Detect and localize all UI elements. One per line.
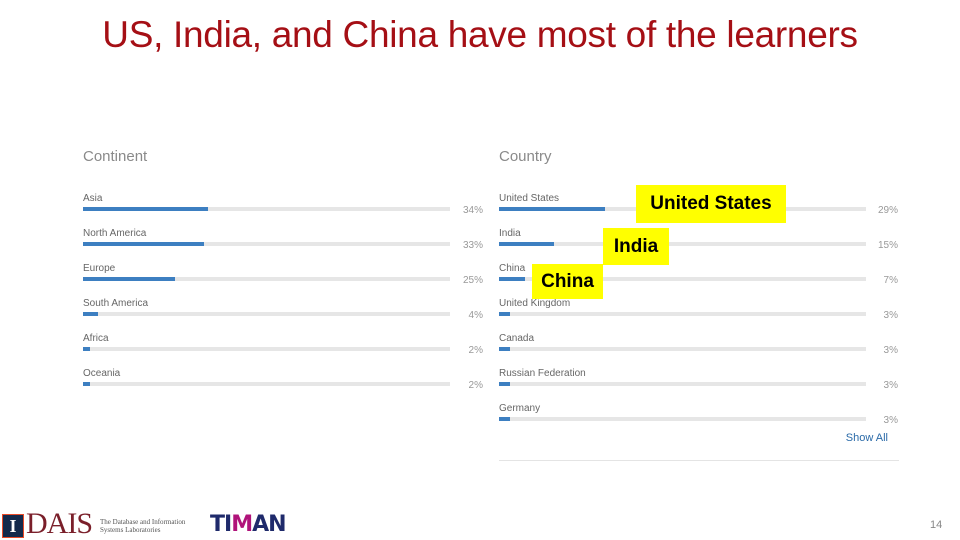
country-row-percent: 3% [883, 415, 898, 426]
callout-united-states: United States [636, 185, 786, 223]
timan-logo: TIMAN [210, 512, 287, 537]
country-row-percent: 3% [883, 310, 898, 321]
country-row-label: Russian Federation [499, 368, 586, 379]
country-bar-fill [499, 277, 525, 281]
continent-row: Europe 25% [83, 263, 483, 298]
continent-bar-fill [83, 347, 90, 351]
country-row-label: India [499, 228, 521, 239]
continent-bar-fill [83, 207, 208, 211]
continent-row-percent: 34% [462, 205, 483, 216]
continent-row-percent: 33% [462, 240, 483, 251]
country-bar-track [499, 382, 866, 386]
continent-row: North America 33% [83, 228, 483, 263]
callout-india: India [603, 228, 669, 265]
country-bar-track [499, 242, 866, 246]
timan-logo-pre: TI [210, 512, 232, 537]
timan-logo-post: AN [252, 512, 286, 537]
continent-bar-track [83, 347, 450, 351]
continent-bar-fill [83, 312, 98, 316]
continent-row-percent: 25% [462, 275, 483, 286]
continent-row-label: Africa [83, 333, 109, 344]
country-panel-title: Country [499, 148, 552, 165]
country-row-percent: 7% [883, 275, 898, 286]
panel-divider [499, 460, 899, 461]
continent-row-label: Oceania [83, 368, 121, 379]
country-bar-track [499, 347, 866, 351]
callout-china: China [532, 264, 603, 299]
continent-row-label: Europe [83, 263, 116, 274]
continent-row: Oceania 2% [83, 368, 483, 403]
country-row: Russian Federation 3% [499, 368, 898, 403]
country-row-label: Germany [499, 403, 541, 414]
country-row: United Kingdom 3% [499, 298, 898, 333]
continent-row-percent: 2% [468, 380, 483, 391]
timan-logo-m: M [231, 512, 253, 537]
illinois-logo: I [2, 514, 24, 538]
continent-row-label: North America [83, 228, 147, 239]
country-row-label: Canada [499, 333, 535, 344]
country-row: Canada 3% [499, 333, 898, 368]
country-bar-track [499, 417, 866, 421]
country-row-label: China [499, 263, 526, 274]
continent-bar-track [83, 382, 450, 386]
continent-bar-track [83, 312, 450, 316]
country-bar-track [499, 312, 866, 316]
country-row: India 15% [499, 228, 898, 263]
continent-bar-track [83, 207, 450, 211]
country-bar-fill [499, 312, 510, 316]
continent-row-percent: 4% [468, 310, 483, 321]
continent-bar-fill [83, 277, 175, 281]
country-row-percent: 15% [877, 240, 898, 251]
continent-row: Africa 2% [83, 333, 483, 368]
country-bar-fill [499, 207, 605, 211]
continent-bar-fill [83, 382, 90, 386]
continent-row: Asia 34% [83, 193, 483, 228]
continent-bar-fill [83, 242, 204, 246]
country-row-label: United Kingdom [499, 298, 571, 309]
country-row-label: United States [499, 193, 560, 204]
continent-row: South America 4% [83, 298, 483, 333]
country-bar-fill [499, 242, 554, 246]
country-row-percent: 3% [883, 345, 898, 356]
country-row-percent: 29% [877, 205, 898, 216]
continent-panel-title: Continent [83, 148, 148, 165]
country-row-percent: 3% [883, 380, 898, 391]
country-bar-fill [499, 417, 510, 421]
country-bar-fill [499, 347, 510, 351]
continent-row-label: Asia [83, 193, 103, 204]
continent-row-percent: 2% [468, 345, 483, 356]
continent-row-label: South America [83, 298, 149, 309]
continent-bar-track [83, 277, 450, 281]
slide-number: 14 [930, 519, 943, 531]
dais-logo: DAIS [26, 507, 93, 540]
continent-bar-track [83, 242, 450, 246]
dais-subtitle: The Database and Information Systems Lab… [100, 518, 186, 534]
slide-title: US, India, and China have most of the le… [102, 14, 858, 55]
country-bar-fill [499, 382, 510, 386]
show-all-link[interactable]: Show All [800, 432, 888, 444]
